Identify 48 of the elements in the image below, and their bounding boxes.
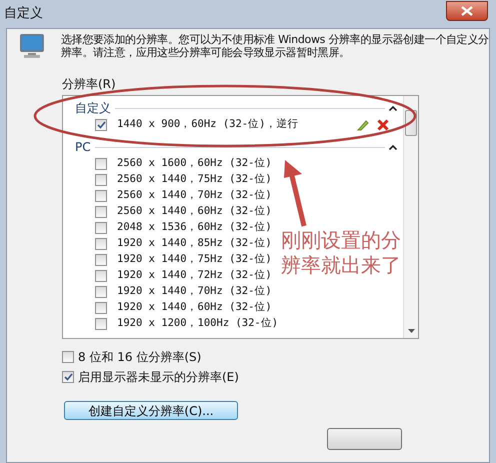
resolution-label: 1920 x 1440，85Hz (32-位)	[117, 236, 272, 252]
monitor-icon	[19, 33, 45, 59]
resolution-label: 1920 x 1440，60Hz (32-位)	[117, 300, 272, 316]
checkbox[interactable]	[95, 174, 107, 186]
resolution-label: 2560 x 1440，60Hz (32-位)	[117, 204, 272, 220]
checkmark-icon	[96, 121, 106, 129]
checkbox[interactable]	[95, 286, 107, 298]
group-header: PC	[75, 139, 91, 156]
resolution-label: 2560 x 1600，60Hz (32-位)	[117, 156, 272, 172]
list-label: 分辨率(R)	[62, 76, 117, 93]
resolution-label: 2560 x 1440，75Hz (32-位)	[117, 172, 272, 188]
option-label[interactable]: 8 位和 16 位分辨率(S)	[78, 348, 202, 366]
scroll-down-icon[interactable]	[408, 329, 414, 334]
checkbox[interactable]	[95, 158, 107, 170]
checkbox[interactable]	[95, 206, 107, 218]
annotation-text: 刚刚设置的分辨率就出来了	[281, 228, 402, 278]
delete-icon[interactable]	[377, 119, 389, 131]
create-custom-resolution-button[interactable]: 创建自定义分辨率(C)...	[64, 401, 238, 420]
option-label[interactable]: 启用显示器未显示的分辨率(E)	[78, 368, 239, 386]
checkbox[interactable]	[95, 254, 107, 266]
scrollbar[interactable]	[403, 96, 418, 338]
collapse-icon[interactable]	[389, 106, 397, 110]
resolution-label: 1920 x 1440，70Hz (32-位)	[117, 284, 272, 300]
description-text: 选择您要添加的分辨率。您可以为不使用标准 Windows 分辨率的显示器创建一个自定义分辨率。请注意，应用这些分辨率可能会导致显示器暂时黑屏。	[60, 33, 489, 59]
dialog-button[interactable]	[327, 428, 402, 450]
close-button[interactable]	[446, 1, 488, 21]
pencil-icon[interactable]	[357, 119, 369, 131]
resolution-label: 2560 x 1440，70Hz (32-位)	[117, 188, 272, 204]
resolution-label: 1920 x 1440，72Hz (32-位)	[117, 268, 272, 284]
close-icon	[461, 6, 473, 16]
checkmark-icon	[64, 373, 72, 381]
resolution-label: 1920 x 1200，100Hz (32-位)	[117, 316, 278, 332]
checkbox[interactable]	[95, 318, 107, 330]
resolution-label: 2048 x 1536，60Hz (32-位)	[117, 220, 272, 236]
annotation-arrow	[284, 160, 306, 227]
checkbox[interactable]	[95, 222, 107, 234]
collapse-icon[interactable]	[389, 144, 397, 150]
checkbox[interactable]	[95, 302, 107, 314]
checkbox[interactable]	[95, 119, 107, 131]
checkbox[interactable]	[95, 190, 107, 202]
resolution-label: 1440 x 900，60Hz (32-位)，逆行	[117, 117, 298, 132]
checkbox[interactable]	[95, 270, 107, 282]
checkbox[interactable]	[62, 371, 74, 383]
group-header: 自定义	[75, 100, 111, 117]
checkbox[interactable]	[95, 238, 107, 250]
window-title: 自定义	[4, 5, 43, 24]
checkbox[interactable]	[62, 351, 74, 363]
resolution-label: 1920 x 1440，75Hz (32-位)	[117, 252, 272, 268]
